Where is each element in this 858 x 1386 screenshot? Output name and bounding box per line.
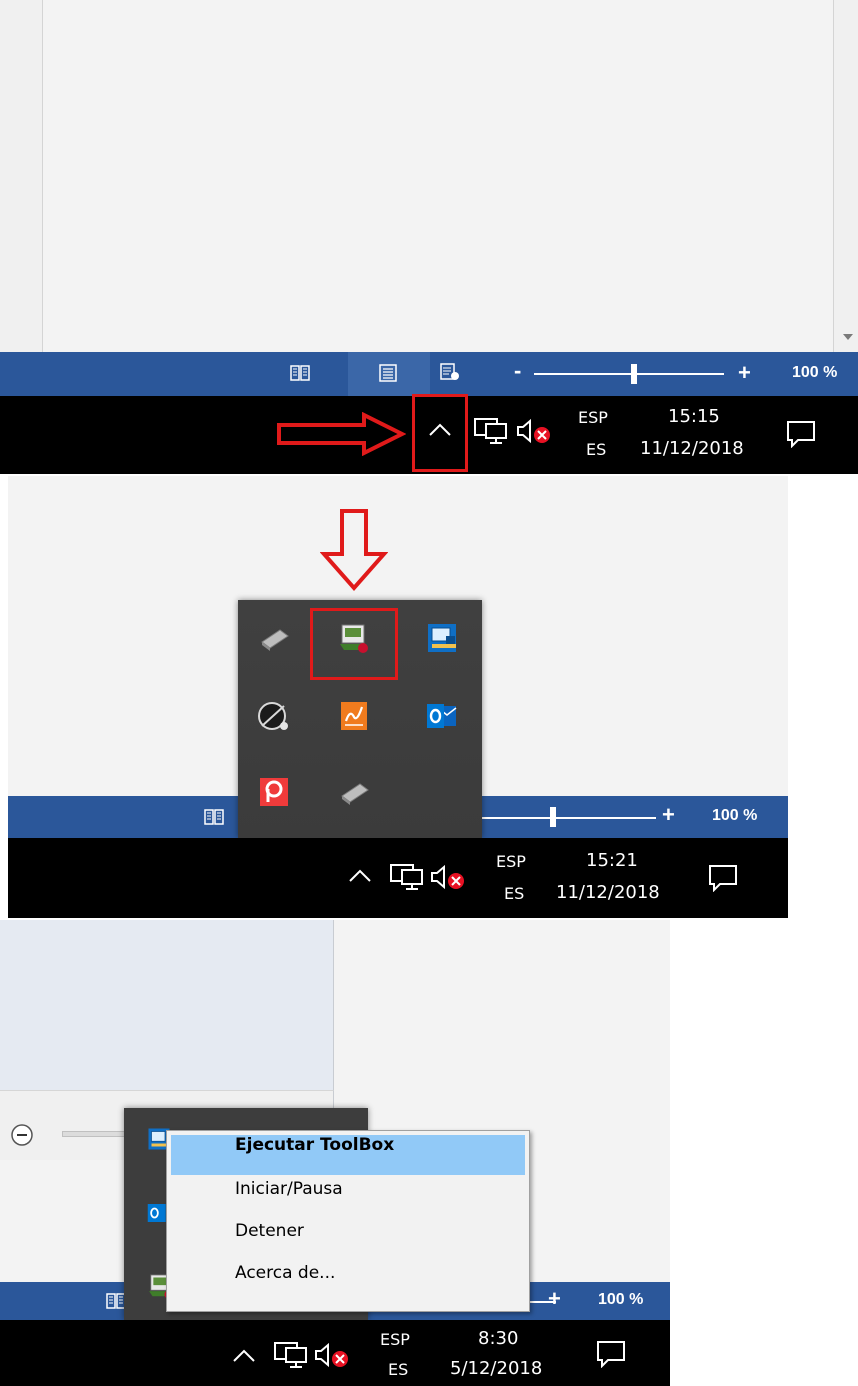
- zoom-slider-thumb[interactable]: [550, 807, 556, 827]
- vertical-scrollbar[interactable]: [836, 0, 858, 352]
- zoom-percentage[interactable]: 100 %: [792, 364, 837, 382]
- input-language-bottom[interactable]: ES: [388, 1360, 408, 1379]
- hidden-icons-tray: [238, 600, 482, 838]
- usb-drive-icon[interactable]: [254, 618, 294, 658]
- network-wired-icon[interactable]: [474, 418, 508, 444]
- read-mode-icon[interactable]: [106, 1292, 126, 1310]
- menu-item-acerca-de[interactable]: Acerca de...: [171, 1263, 525, 1303]
- usb-drive-icon[interactable]: [334, 772, 374, 812]
- volume-muted-icon[interactable]: [516, 418, 552, 444]
- network-wired-icon[interactable]: [274, 1342, 308, 1368]
- zoom-percentage[interactable]: 100 %: [598, 1291, 643, 1309]
- highlight-box-toolbox-icon: [310, 608, 398, 680]
- show-hidden-icons-chevron-up-icon[interactable]: [232, 1348, 256, 1362]
- clock-date[interactable]: 5/12/2018: [450, 1358, 542, 1379]
- menu-item-detener[interactable]: Detener: [171, 1221, 525, 1261]
- action-center-icon[interactable]: [708, 864, 738, 892]
- zoom-slider-track[interactable]: [480, 817, 656, 819]
- zoom-in-button[interactable]: +: [548, 1288, 561, 1310]
- zoom-slider-track[interactable]: [62, 1131, 132, 1137]
- action-center-icon[interactable]: [596, 1340, 626, 1368]
- windows-taskbar: ESP ES 15:15 11/12/2018: [0, 394, 858, 474]
- windows-taskbar: ESP ES 15:21 11/12/2018: [8, 838, 788, 918]
- intel-graphics-icon[interactable]: [422, 618, 462, 658]
- menu-item-ejecutar-toolbox[interactable]: Ejecutar ToolBox: [171, 1135, 525, 1175]
- zoom-slider-thumb[interactable]: [631, 364, 637, 384]
- read-mode-icon[interactable]: [290, 364, 310, 382]
- input-language-top[interactable]: ESP: [578, 408, 608, 427]
- action-center-icon[interactable]: [786, 420, 816, 448]
- outlook-icon[interactable]: [422, 696, 462, 736]
- red-arrow-right-icon: [276, 412, 406, 456]
- signature-app-icon[interactable]: [334, 696, 374, 736]
- volume-muted-icon[interactable]: [430, 864, 466, 890]
- background-window: [0, 920, 334, 1090]
- scroll-down-arrow-icon[interactable]: [842, 330, 854, 342]
- document-page: [42, 0, 834, 352]
- zoom-in-button[interactable]: +: [738, 362, 751, 384]
- input-language-top[interactable]: ESP: [380, 1330, 410, 1349]
- zoom-percentage[interactable]: 100 %: [712, 807, 757, 825]
- read-mode-icon[interactable]: [204, 808, 224, 826]
- satellite-dish-icon[interactable]: [254, 696, 294, 736]
- input-language-bottom[interactable]: ES: [586, 440, 606, 459]
- red-arrow-down-icon: [320, 508, 388, 592]
- clock-date[interactable]: 11/12/2018: [640, 438, 744, 459]
- zoom-slider-track[interactable]: [534, 373, 724, 375]
- show-hidden-icons-chevron-up-icon[interactable]: [348, 868, 372, 882]
- zoom-out-circle-icon[interactable]: [10, 1123, 34, 1147]
- clock-time[interactable]: 15:15: [668, 406, 720, 427]
- print-layout-icon[interactable]: [378, 364, 398, 382]
- clock-time[interactable]: 8:30: [478, 1328, 518, 1349]
- windows-taskbar: ESP ES 8:30 5/12/2018: [0, 1320, 670, 1386]
- clock-date[interactable]: 11/12/2018: [556, 882, 660, 903]
- clock-time[interactable]: 15:21: [586, 850, 638, 871]
- zoom-in-button[interactable]: +: [662, 804, 675, 826]
- toolbox-context-menu: Ejecutar ToolBox Iniciar/Pausa Detener A…: [166, 1130, 530, 1312]
- word-status-bar: - + 100 %: [0, 352, 858, 396]
- volume-muted-icon[interactable]: [314, 1342, 350, 1368]
- show-hidden-icons-chevron-up-icon[interactable]: [428, 422, 452, 436]
- zoom-out-button[interactable]: -: [514, 360, 521, 382]
- input-language-top[interactable]: ESP: [496, 852, 526, 871]
- network-wired-icon[interactable]: [390, 864, 424, 890]
- input-language-bottom[interactable]: ES: [504, 884, 524, 903]
- web-layout-icon[interactable]: [440, 363, 460, 381]
- menu-item-iniciar-pausa[interactable]: Iniciar/Pausa: [171, 1179, 525, 1219]
- pdf-reader-icon[interactable]: [254, 772, 294, 812]
